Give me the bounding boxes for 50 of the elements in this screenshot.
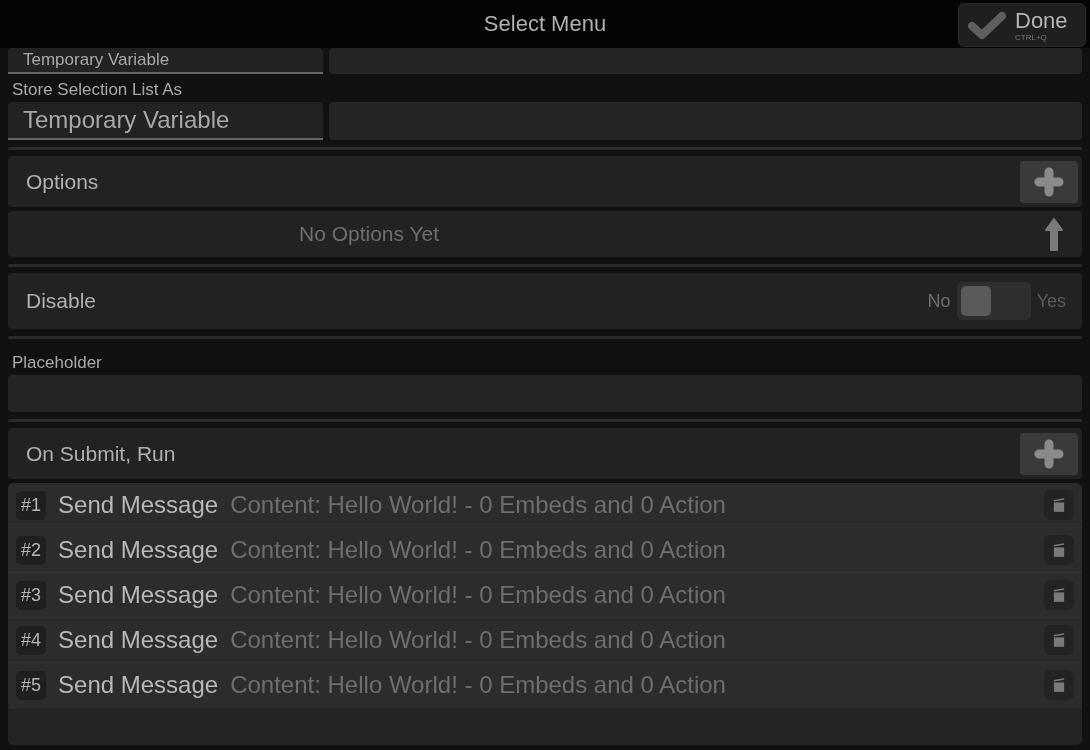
empty-message: No Options Yet: [299, 222, 440, 246]
toggle-off-label: No: [927, 290, 951, 312]
action-item[interactable]: #2 Send Message Content: Hello World! - 0 Embeds and 0 Action: [8, 528, 1082, 573]
add-button[interactable]: [1020, 432, 1078, 475]
add-button[interactable]: [1020, 160, 1078, 203]
action-number: #3: [16, 580, 47, 610]
trash-icon: [1053, 542, 1065, 558]
action-name: Send Message: [58, 671, 219, 699]
action-details: Content: Hello World! - 0 Embeds and 0 Action: [230, 536, 727, 564]
delete-button[interactable]: [1044, 625, 1074, 655]
window-title: Select Menu: [483, 11, 607, 37]
action-item[interactable]: #1 Send Message Content: Hello World! - 0 Embeds and 0 Action: [8, 483, 1082, 528]
action-name: Send Message: [58, 581, 219, 609]
action-item[interactable]: #4 Send Message Content: Hello World! - 0 Embeds and 0 Action: [8, 618, 1082, 663]
action-details: Content: Hello World! - 0 Embeds and 0 Action: [230, 671, 727, 699]
action-name: Send Message: [58, 536, 219, 564]
plus-icon: [1034, 438, 1064, 469]
variable-type-select[interactable]: Temporary Variable: [8, 102, 323, 140]
trash-icon: [1053, 587, 1065, 603]
action-number: #4: [16, 625, 47, 655]
section-title: Options: [26, 169, 99, 194]
action-name: Send Message: [58, 626, 219, 654]
delete-button[interactable]: [1044, 670, 1074, 700]
action-number: #5: [16, 670, 47, 700]
plus-icon: [1034, 166, 1064, 197]
section-title: On Submit, Run: [26, 441, 176, 466]
variable-name-field[interactable]: [329, 48, 1082, 74]
up-arrow-icon: [1044, 217, 1064, 253]
action-details: Content: Hello World! - 0 Embeds and 0 Action: [230, 491, 727, 519]
variable-type-select[interactable]: Temporary Variable: [8, 48, 323, 74]
action-details: Content: Hello World! - 0 Embeds and 0 Action: [230, 626, 727, 654]
setting-label: Disable: [26, 289, 98, 313]
action-name: Send Message: [58, 491, 219, 519]
done-button[interactable]: Done CTRL+Q: [958, 3, 1086, 47]
action-item[interactable]: #5 Send Message Content: Hello World! - 0 Embeds and 0 Action: [8, 663, 1082, 708]
field-label: Placeholder: [11, 352, 103, 374]
toggle-switch[interactable]: [956, 282, 1031, 320]
field-label: Store Selection List As: [11, 79, 184, 101]
delete-button[interactable]: [1044, 490, 1074, 520]
action-item[interactable]: #3 Send Message Content: Hello World! - 0 Embeds and 0 Action: [8, 573, 1082, 618]
action-details: Content: Hello World! - 0 Embeds and 0 Action: [230, 581, 727, 609]
delete-button[interactable]: [1044, 580, 1074, 610]
delete-button[interactable]: [1044, 535, 1074, 565]
trash-icon: [1053, 677, 1065, 693]
toggle-on-label: Yes: [1036, 290, 1066, 312]
trash-icon: [1053, 632, 1065, 648]
checkmark-icon: [967, 10, 1007, 40]
action-number: #2: [16, 535, 47, 565]
action-number: #1: [16, 490, 47, 520]
trash-icon: [1053, 497, 1065, 513]
